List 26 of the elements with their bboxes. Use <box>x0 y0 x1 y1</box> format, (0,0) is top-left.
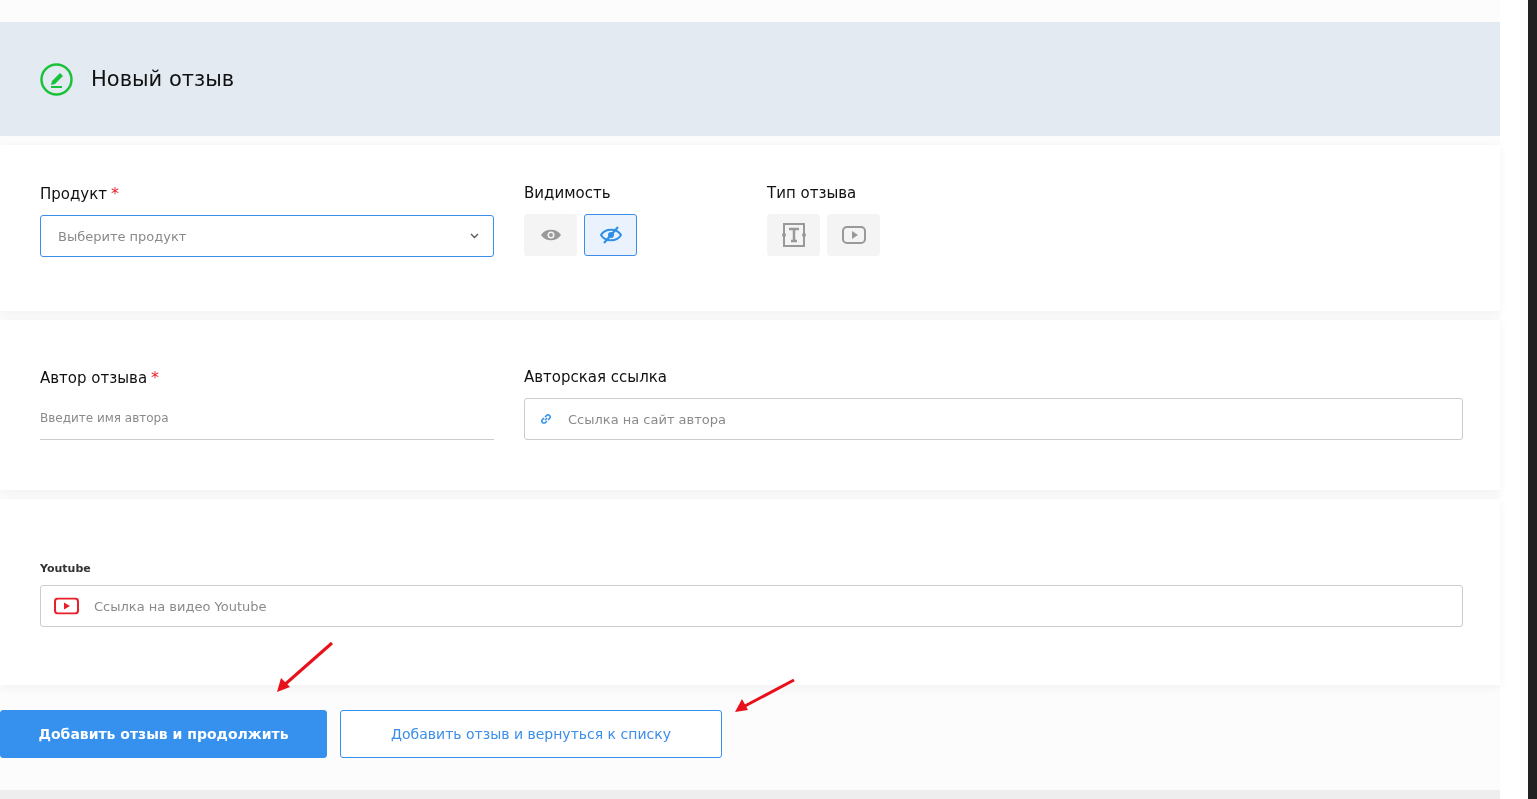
play-icon <box>841 226 866 244</box>
play-icon <box>54 597 79 615</box>
author-link-label: Авторская ссылка <box>524 368 668 386</box>
eye-icon <box>539 228 562 242</box>
annotation-arrow <box>733 677 797 715</box>
product-select[interactable]: Выберите продукт <box>40 215 494 257</box>
required-mark: * <box>111 184 120 203</box>
youtube-label: Youtube <box>40 562 92 575</box>
visibility-label: Видимость <box>524 184 612 202</box>
chevron-down-icon <box>470 233 479 239</box>
youtube-field[interactable]: Ссылка на видео Youtube <box>40 585 1463 627</box>
annotation-arrow <box>274 640 336 694</box>
product-label: Продукт <box>40 185 108 203</box>
add-continue-button[interactable]: Добавить отзыв и продолжить <box>0 710 327 758</box>
required-mark: * <box>151 368 160 387</box>
eye-slash-icon <box>599 226 622 244</box>
author-label: Автор отзыва <box>40 369 148 387</box>
pencil-icon <box>40 62 73 96</box>
author-link-field[interactable]: Ссылка на сайт автора <box>524 398 1463 440</box>
page-title: Новый отзыв <box>91 67 235 91</box>
author-input[interactable]: Введите имя автора <box>40 397 494 440</box>
text-icon <box>780 223 807 247</box>
add-return-button[interactable]: Добавить отзыв и вернуться к списку <box>340 710 722 758</box>
link-icon <box>540 413 552 425</box>
review-type-label: Тип отзыва <box>767 184 858 202</box>
toggle-button[interactable] <box>584 214 637 256</box>
